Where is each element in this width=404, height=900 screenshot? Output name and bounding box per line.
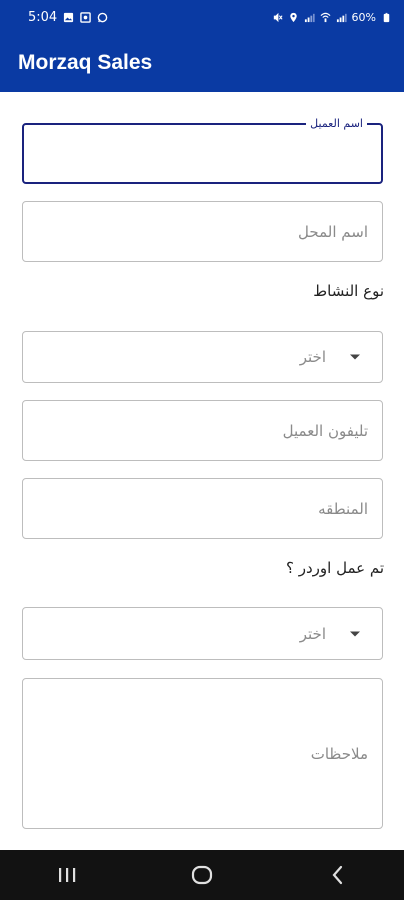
back-icon [332,865,342,885]
battery-percent: 60% [351,10,376,24]
home-button[interactable] [172,850,232,900]
order-made-label: تم عمل اوردر ؟ [286,559,384,577]
navigation-bar [0,850,404,900]
customer-name-field[interactable]: اسم العميل [22,117,383,184]
battery-icon [383,12,390,22]
signal-2-icon [336,13,347,22]
location-icon [289,12,297,22]
app-title: Morzaq Sales [18,51,153,74]
shop-name-field[interactable]: اسم المحل [22,201,383,262]
recents-button[interactable] [37,850,97,900]
activity-type-value: اختر [299,348,326,366]
mute-icon [273,12,283,22]
back-button[interactable] [307,850,367,900]
status-time: 5:04 [28,9,58,25]
image-notification-icon [64,12,74,22]
region-field[interactable]: المنطقه [22,478,383,539]
customer-phone-placeholder: تليفون العميل [282,421,368,440]
gallery-notification-icon [80,11,91,23]
whatsapp-icon [97,12,108,22]
shop-name-placeholder: اسم المحل [298,222,368,241]
wifi-calling-icon [320,12,331,22]
activity-type-dropdown[interactable]: اختر [22,331,383,383]
status-left: 5:04 [28,10,108,25]
order-made-dropdown[interactable]: اختر [22,607,383,660]
activity-type-label: نوع النشاط [313,282,384,300]
notes-placeholder: ملاحظات [310,744,368,763]
order-made-value: اختر [299,624,326,643]
recents-icon [59,868,76,882]
region-placeholder: المنطقه [318,499,368,518]
dropdown-arrow-icon [350,631,360,636]
status-bar: 5:04 60% [0,0,404,34]
customer-name-label: اسم العميل [306,117,367,131]
customer-phone-field[interactable]: تليفون العميل [22,400,383,461]
dropdown-arrow-icon [350,354,360,360]
app-bar: Morzaq Sales [0,34,404,92]
signal-icon [304,13,315,22]
home-icon [191,865,213,885]
status-right: 60% [272,11,392,24]
notes-field[interactable]: ملاحظات [22,678,383,829]
